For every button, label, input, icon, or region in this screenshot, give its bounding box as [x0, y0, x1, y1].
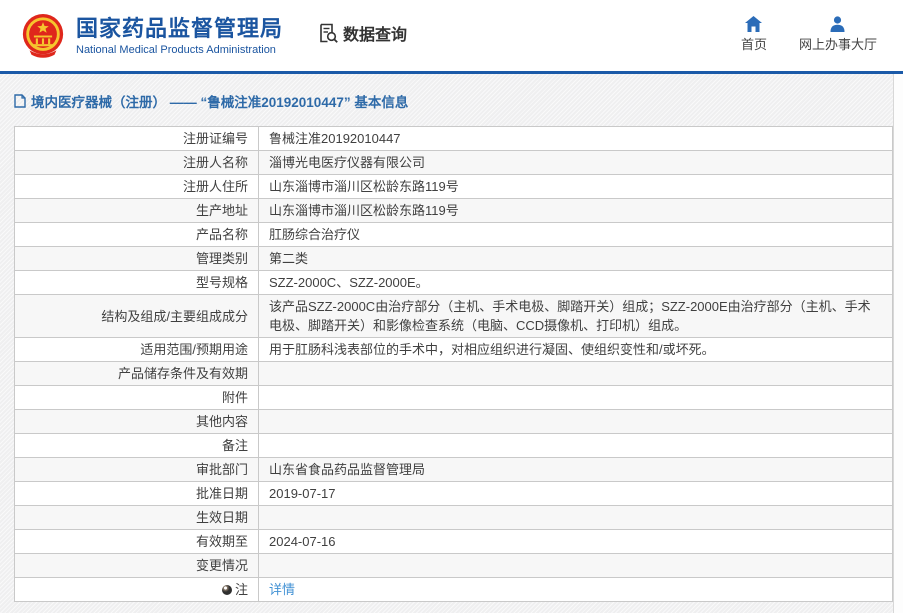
row-label: 其他内容 [15, 410, 259, 433]
scrollbar-gutter[interactable] [893, 74, 903, 613]
row-value [259, 516, 892, 520]
row-value: 山东淄博市淄川区松龄东路119号 [259, 175, 892, 198]
table-row: 注册人名称淄博光电医疗仪器有限公司 [15, 151, 892, 175]
row-value [259, 444, 892, 448]
table-row: 注册人住所山东淄博市淄川区松龄东路119号 [15, 175, 892, 199]
nav-home[interactable]: 首页 [741, 16, 767, 52]
table-row: 适用范围/预期用途用于肛肠科浅表部位的手术中，对相应组织进行凝固、使组织变性和/… [15, 338, 892, 362]
row-value: 山东淄博市淄川区松龄东路119号 [259, 199, 892, 222]
row-value [259, 564, 892, 568]
document-search-icon [317, 22, 339, 44]
home-icon [745, 16, 762, 32]
nav-service-hall[interactable]: 网上办事大厅 [799, 16, 877, 52]
row-value: 2024-07-16 [259, 530, 892, 553]
breadcrumb-text: 境内医疗器械（注册） —— “鲁械注准20192010447” 基本信息 [31, 91, 408, 111]
row-value: 详情 [259, 578, 892, 601]
breadcrumb: 境内医疗器械（注册） —— “鲁械注准20192010447” 基本信息 [14, 91, 893, 111]
table-row: 审批部门山东省食品药品监督管理局 [15, 458, 892, 482]
table-row: 生产地址山东淄博市淄川区松龄东路119号 [15, 199, 892, 223]
row-value [259, 372, 892, 376]
note-label-text: 注 [235, 580, 248, 599]
table-row: 型号规格SZZ-2000C、SZZ-2000E。 [15, 271, 892, 295]
row-label: 注册证编号 [15, 127, 259, 150]
row-label: 变更情况 [15, 554, 259, 577]
header-nav: 首页 网上办事大厅 [741, 16, 877, 52]
registration-info-table: 注册证编号鲁械注准20192010447 注册人名称淄博光电医疗仪器有限公司 注… [14, 126, 893, 602]
table-row: 注 详情 [15, 578, 892, 602]
site-header: 国家药品监督管理局 National Medical Products Admi… [0, 0, 903, 71]
table-row: 结构及组成/主要组成成分该产品SZZ-2000C由治疗部分（主机、手术电极、脚踏… [15, 295, 892, 338]
nav-service-hall-label: 网上办事大厅 [799, 37, 877, 52]
site-subtitle: National Medical Products Administration [76, 44, 283, 56]
row-label: 有效期至 [15, 530, 259, 553]
national-emblem-icon [20, 12, 66, 60]
row-value: 山东省食品药品监督管理局 [259, 458, 892, 481]
table-row: 附件 [15, 386, 892, 410]
nav-home-label: 首页 [741, 37, 767, 52]
content-background: 境内医疗器械（注册） —— “鲁械注准20192010447” 基本信息 注册证… [0, 74, 893, 613]
row-value: SZZ-2000C、SZZ-2000E。 [259, 271, 892, 294]
note-dot-icon [222, 585, 232, 595]
row-label: 生产地址 [15, 199, 259, 222]
row-label: 审批部门 [15, 458, 259, 481]
table-row: 其他内容 [15, 410, 892, 434]
table-row: 管理类别第二类 [15, 247, 892, 271]
site-title: 国家药品监督管理局 [76, 16, 283, 42]
table-row: 备注 [15, 434, 892, 458]
table-row: 生效日期 [15, 506, 892, 530]
table-row: 产品储存条件及有效期 [15, 362, 892, 386]
row-label-note: 注 [15, 578, 259, 601]
row-label: 备注 [15, 434, 259, 457]
row-label: 适用范围/预期用途 [15, 338, 259, 361]
table-row: 变更情况 [15, 554, 892, 578]
table-row: 注册证编号鲁械注准20192010447 [15, 127, 892, 151]
data-query-label: 数据查询 [343, 21, 407, 45]
document-icon [14, 94, 26, 108]
row-value: 淄博光电医疗仪器有限公司 [259, 151, 892, 174]
row-label: 结构及组成/主要组成成分 [15, 295, 259, 337]
row-value: 肛肠综合治疗仪 [259, 223, 892, 246]
row-label: 生效日期 [15, 506, 259, 529]
row-value: 该产品SZZ-2000C由治疗部分（主机、手术电极、脚踏开关）组成；SZZ-20… [259, 295, 892, 337]
row-value: 用于肛肠科浅表部位的手术中，对相应组织进行凝固、使组织变性和/或坏死。 [259, 338, 892, 361]
table-row: 产品名称肛肠综合治疗仪 [15, 223, 892, 247]
row-label: 管理类别 [15, 247, 259, 270]
row-label: 型号规格 [15, 271, 259, 294]
table-row: 批准日期2019-07-17 [15, 482, 892, 506]
row-value [259, 420, 892, 424]
detail-link[interactable]: 详情 [269, 582, 295, 597]
row-value: 鲁械注准20192010447 [259, 127, 892, 150]
row-value [259, 396, 892, 400]
row-label: 批准日期 [15, 482, 259, 505]
person-icon [829, 16, 846, 32]
content-area: 境内医疗器械（注册） —— “鲁械注准20192010447” 基本信息 注册证… [0, 74, 903, 613]
row-value: 2019-07-17 [259, 482, 892, 505]
row-value: 第二类 [259, 247, 892, 270]
brand-text: 国家药品监督管理局 National Medical Products Admi… [76, 16, 283, 56]
row-label: 产品名称 [15, 223, 259, 246]
site-logo[interactable]: 国家药品监督管理局 National Medical Products Admi… [20, 12, 283, 60]
row-label: 附件 [15, 386, 259, 409]
row-label: 注册人住所 [15, 175, 259, 198]
row-label: 产品储存条件及有效期 [15, 362, 259, 385]
table-row: 有效期至2024-07-16 [15, 530, 892, 554]
data-query-nav[interactable]: 数据查询 [317, 21, 407, 45]
row-label: 注册人名称 [15, 151, 259, 174]
